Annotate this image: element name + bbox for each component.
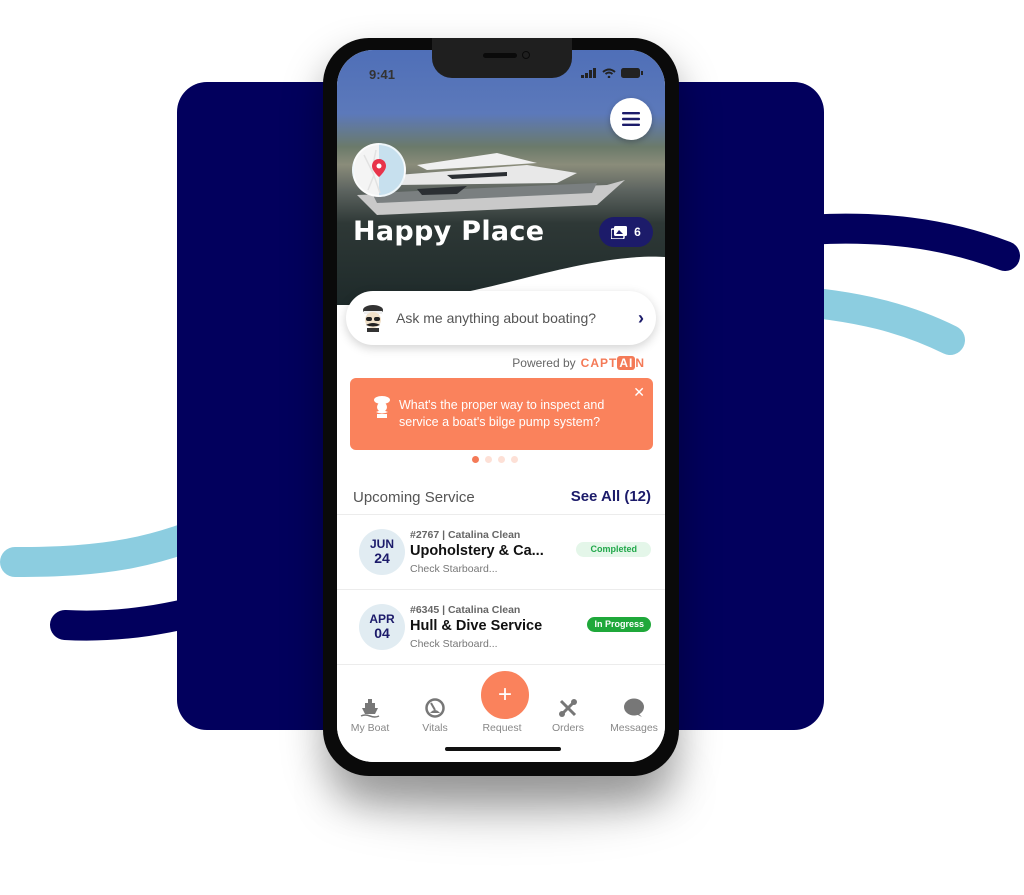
menu-button[interactable]: [610, 98, 652, 140]
status-icons: [581, 68, 643, 78]
service-item[interactable]: APR 04 #6345 | Catalina Clean Hull & Div…: [337, 590, 665, 664]
photos-icon: [611, 225, 628, 239]
chevron-right-icon[interactable]: ›: [638, 308, 644, 329]
tip-text: What's the proper way to inspect and ser…: [399, 398, 605, 429]
service-title: Upoholstery & Ca...: [410, 543, 544, 559]
wifi-icon: [602, 68, 616, 78]
service-meta: #6345 | Catalina Clean: [410, 604, 521, 616]
status-time: 9:41: [369, 67, 396, 82]
signal-icon: [581, 68, 596, 78]
phone-camera: [522, 51, 530, 59]
see-all-link[interactable]: See All (12): [571, 488, 651, 505]
carousel-pagination: [472, 456, 518, 463]
request-fab-button[interactable]: +: [478, 668, 532, 722]
service-item[interactable]: JUN 24 #2767 | Catalina Clean Upoholster…: [337, 515, 665, 589]
tip-card[interactable]: What's the proper way to inspect and ser…: [350, 378, 653, 450]
service-day: 24: [374, 550, 390, 566]
app-screen: 9:41 Happy Place 6 Ask me anything about…: [337, 50, 665, 762]
captain-icon: [374, 396, 390, 418]
phone-notch: [432, 38, 572, 78]
service-title: Hull & Dive Service: [410, 618, 543, 634]
service-meta: #2767 | Catalina Clean: [410, 529, 521, 541]
gauge-icon: [425, 698, 445, 718]
powered-by: Powered by CAPT AI N: [512, 356, 645, 370]
divider: [337, 664, 665, 665]
captain-logo: CAPT AI N: [581, 356, 645, 370]
pagination-dot[interactable]: [498, 456, 505, 463]
upcoming-service-title: Upcoming Service: [353, 489, 475, 506]
tab-label: Messages: [610, 722, 658, 734]
battery-icon: [621, 68, 643, 78]
boat-hero-image: 9:41 Happy Place 6: [337, 50, 665, 315]
brand-suffix: N: [635, 356, 645, 370]
hamburger-icon: [622, 112, 640, 126]
brand-ai: AI: [617, 356, 636, 370]
service-day: 04: [374, 625, 390, 641]
photo-count: 6: [634, 225, 641, 239]
service-month: APR: [369, 612, 395, 626]
brand-prefix: CAPT: [580, 356, 618, 370]
service-date: APR 04: [359, 604, 405, 650]
pagination-dot[interactable]: [472, 456, 479, 463]
home-indicator[interactable]: [445, 747, 561, 751]
powered-by-label: Powered by: [512, 356, 576, 370]
tab-messages[interactable]: Messages: [603, 698, 665, 734]
captain-avatar-icon: [363, 305, 383, 332]
status-badge: Completed: [576, 542, 651, 557]
service-subtitle: Check Starboard...: [410, 638, 498, 650]
photo-gallery-button[interactable]: 6: [599, 217, 653, 247]
map-pin-icon: [363, 149, 386, 194]
boat-icon: [360, 699, 380, 718]
service-subtitle: Check Starboard...: [410, 563, 498, 575]
chat-bubble-icon: [624, 698, 644, 717]
location-map-button[interactable]: [352, 143, 406, 197]
tab-orders[interactable]: Orders: [537, 698, 599, 734]
pagination-dot[interactable]: [485, 456, 492, 463]
tab-label: My Boat: [350, 722, 390, 734]
boat-name: Happy Place: [353, 216, 545, 247]
tools-icon: [559, 699, 577, 717]
close-icon[interactable]: ✕: [633, 384, 645, 401]
pagination-dot[interactable]: [511, 456, 518, 463]
ask-placeholder: Ask me anything about boating?: [396, 310, 597, 326]
tab-my-boat[interactable]: My Boat: [339, 698, 401, 734]
tab-label: Request: [482, 722, 522, 734]
tab-vitals[interactable]: Vitals: [404, 698, 466, 734]
status-badge: In Progress: [587, 617, 651, 632]
service-month: JUN: [369, 537, 394, 551]
phone-speaker: [483, 53, 517, 58]
tab-label: Vitals: [422, 722, 448, 734]
ask-assistant-input[interactable]: Ask me anything about boating? ›: [346, 291, 656, 345]
service-date: JUN 24: [359, 529, 405, 575]
tab-label: Orders: [551, 722, 585, 734]
